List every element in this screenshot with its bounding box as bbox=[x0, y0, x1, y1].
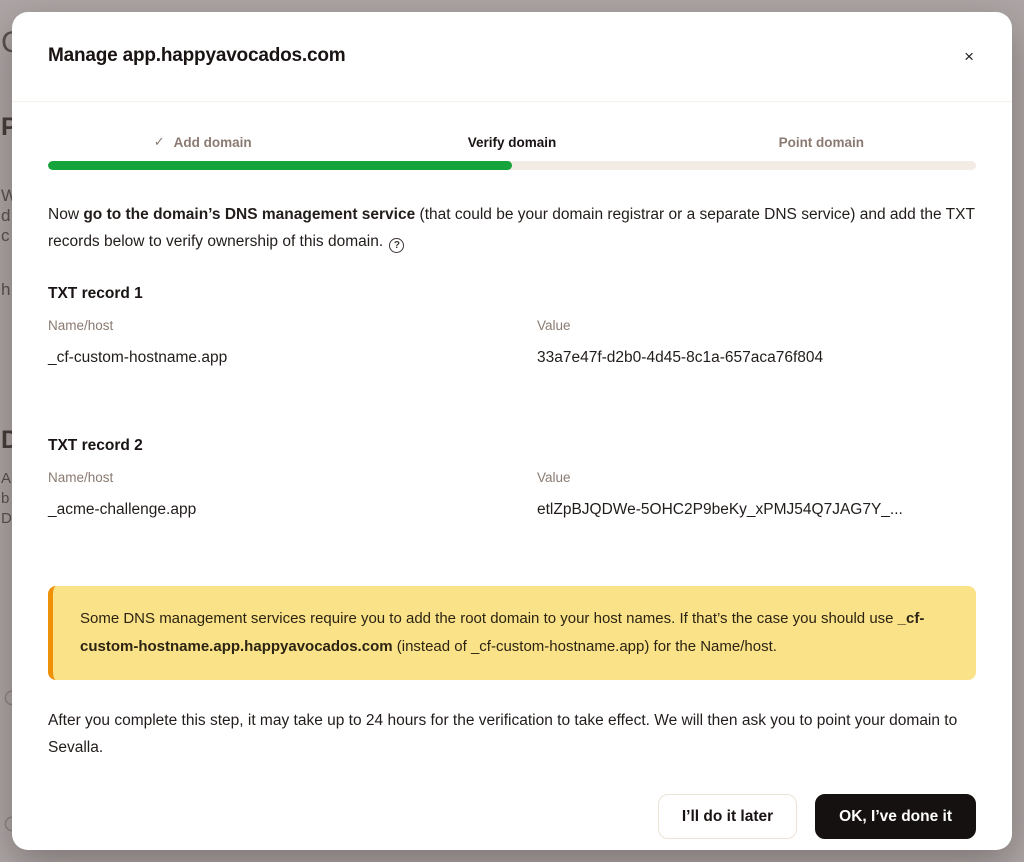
txt-record-1-section: TXT record 1 Name/host Value _cf-custom-… bbox=[48, 285, 976, 367]
ok-ive-done-it-button[interactable]: OK, I’ve done it bbox=[815, 794, 976, 839]
txt-record-2-title: TXT record 2 bbox=[48, 437, 976, 455]
record-2-value: etlZpBJQDWe-5OHC2P9beKy_xPMJ54Q7JAG7Y_..… bbox=[537, 501, 976, 519]
progress-bar-fill bbox=[48, 161, 512, 170]
name-host-label: Name/host bbox=[48, 470, 537, 485]
manage-domain-modal: Manage app.happyavocados.com × ✓ Add dom… bbox=[12, 12, 1012, 850]
modal-header: Manage app.happyavocados.com × bbox=[12, 12, 1012, 69]
callout-text: Some DNS management services require you… bbox=[80, 610, 924, 655]
modal-body: ✓ Add domain Verify domain Point domain … bbox=[12, 102, 1012, 794]
step-point-domain: Point domain bbox=[667, 134, 976, 150]
step-label: Add domain bbox=[174, 135, 252, 150]
intro-text: Now go to the domain’s DNS management se… bbox=[48, 206, 975, 250]
check-icon: ✓ bbox=[154, 134, 165, 150]
close-icon: × bbox=[964, 47, 974, 66]
record-2-name-host-value: _acme-challenge.app bbox=[48, 501, 537, 519]
background-page-fragment: c bbox=[1, 227, 10, 244]
background-page-fragment: D bbox=[1, 511, 12, 526]
record-1-name-host-value: _cf-custom-hostname.app bbox=[48, 349, 537, 367]
record-values-row: _acme-challenge.app etlZpBJQDWe-5OHC2P9b… bbox=[48, 501, 976, 519]
dns-root-domain-warning-callout: Some DNS management services require you… bbox=[48, 586, 976, 680]
value-label: Value bbox=[537, 318, 976, 333]
modal-footer: I’ll do it later OK, I’ve done it bbox=[12, 794, 1012, 850]
txt-record-2-section: TXT record 2 Name/host Value _acme-chall… bbox=[48, 437, 976, 519]
txt-record-1-title: TXT record 1 bbox=[48, 285, 976, 303]
stepper: ✓ Add domain Verify domain Point domain bbox=[48, 134, 976, 170]
value-label: Value bbox=[537, 470, 976, 485]
close-button[interactable]: × bbox=[958, 44, 980, 69]
record-column-headers: Name/host Value bbox=[48, 470, 976, 485]
help-icon[interactable]: ? bbox=[389, 238, 404, 253]
ill-do-it-later-button[interactable]: I’ll do it later bbox=[658, 794, 797, 839]
step-labels: ✓ Add domain Verify domain Point domain bbox=[48, 134, 976, 150]
step-verify-domain: Verify domain bbox=[357, 134, 666, 150]
modal-title: Manage app.happyavocados.com bbox=[48, 45, 345, 67]
step-label: Point domain bbox=[779, 135, 865, 150]
outro-paragraph: After you complete this step, it may tak… bbox=[48, 707, 976, 761]
name-host-label: Name/host bbox=[48, 318, 537, 333]
record-values-row: _cf-custom-hostname.app 33a7e47f-d2b0-4d… bbox=[48, 349, 976, 367]
record-1-value: 33a7e47f-d2b0-4d45-8c1a-657aca76f804 bbox=[537, 349, 976, 367]
background-page-fragment: h bbox=[1, 281, 10, 298]
record-column-headers: Name/host Value bbox=[48, 318, 976, 333]
background-page-fragment: d bbox=[1, 207, 10, 224]
step-add-domain: ✓ Add domain bbox=[48, 134, 357, 150]
progress-bar-track bbox=[48, 161, 976, 170]
background-page-fragment: A bbox=[1, 471, 11, 486]
intro-paragraph: Now go to the domain’s DNS management se… bbox=[48, 201, 976, 255]
background-page-fragment: b bbox=[1, 491, 9, 506]
step-label: Verify domain bbox=[468, 135, 557, 150]
